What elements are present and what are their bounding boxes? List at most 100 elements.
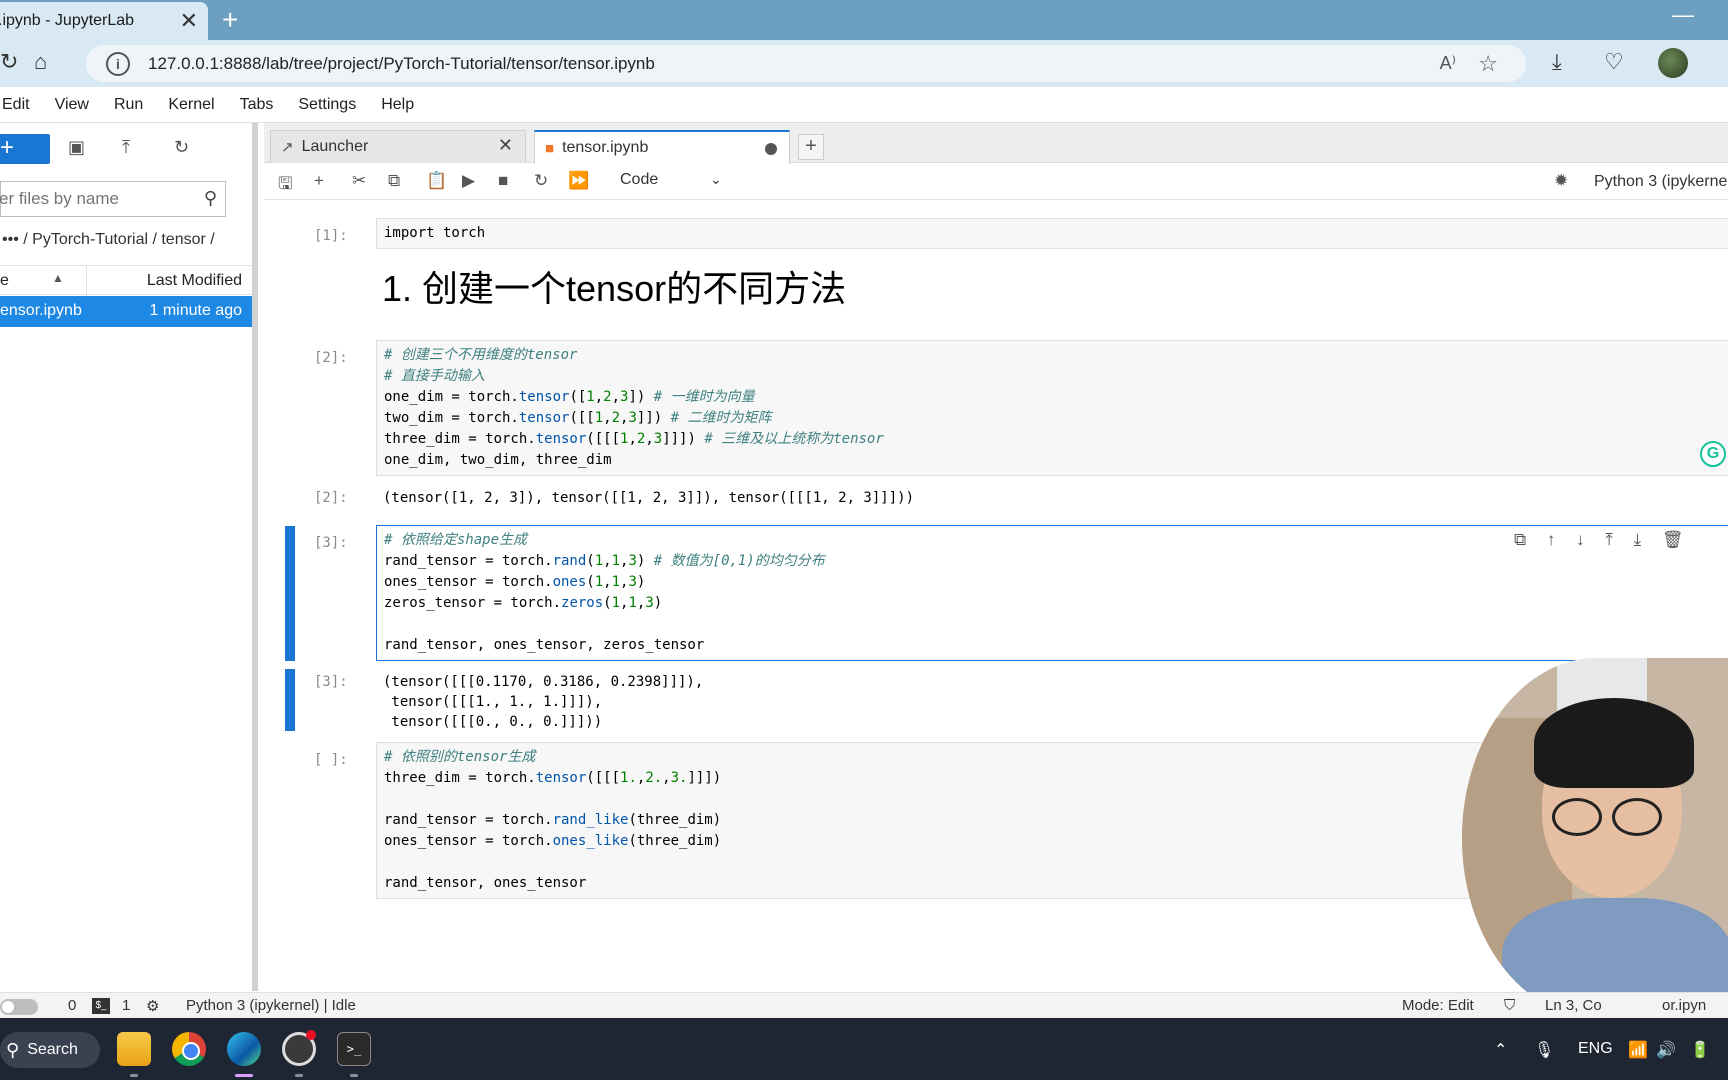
cell-3-collapser[interactable]: [285, 526, 295, 661]
cell-toolbar: ⧉ ↑ ↓ ⤒ ⤓ 🗑: [1514, 530, 1699, 550]
debugger-icon[interactable]: ✹: [1554, 171, 1568, 191]
menu-edit[interactable]: Edit: [2, 96, 30, 114]
wifi-icon[interactable]: 📶: [1628, 1040, 1648, 1060]
edge-icon[interactable]: [227, 1032, 261, 1066]
menu-tabs[interactable]: Tabs: [240, 96, 274, 114]
search-icon: ⚲: [203, 188, 217, 208]
terminal-app-icon[interactable]: >_: [337, 1032, 371, 1066]
cut-icon[interactable]: ✂: [352, 171, 366, 191]
cell-type-select[interactable]: Code ⌄: [620, 171, 722, 189]
favorite-star-icon[interactable]: ☆: [1478, 51, 1498, 77]
minimize-icon[interactable]: —: [1672, 2, 1694, 28]
terminal-count[interactable]: 1: [122, 997, 130, 1014]
trusted-shield-icon[interactable]: ⛉: [1504, 997, 1515, 1014]
run-icon[interactable]: ▶: [462, 171, 475, 191]
chrome-icon[interactable]: [172, 1032, 206, 1066]
new-tab-icon[interactable]: +: [222, 4, 238, 36]
menu-settings[interactable]: Settings: [298, 96, 356, 114]
save-icon[interactable]: 🖫: [278, 171, 292, 200]
tab-launcher-label: Launcher: [301, 138, 369, 155]
close-tab-launcher-icon[interactable]: ✕: [498, 135, 513, 156]
file-row-tensor-ipynb[interactable]: ensor.ipynb 1 minute ago: [0, 296, 252, 327]
browser-tab[interactable]: .ipynb - JupyterLab ✕: [0, 2, 208, 40]
launcher-icon: ↗: [281, 139, 294, 156]
move-up-icon[interactable]: ↑: [1547, 530, 1556, 549]
new-folder-icon[interactable]: ▣: [68, 137, 85, 158]
volume-icon[interactable]: 🔊: [1656, 1040, 1676, 1060]
interrupt-icon[interactable]: ■: [498, 171, 508, 191]
profile-avatar[interactable]: [1658, 48, 1688, 78]
tab-tensor-label: tensor.ipynb: [562, 139, 649, 156]
language-indicator[interactable]: ENG: [1578, 1040, 1613, 1058]
download-icon[interactable]: ⤓: [1552, 50, 1562, 74]
copy-icon[interactable]: ⧉: [388, 171, 400, 191]
duplicate-cell-icon[interactable]: ⧉: [1514, 530, 1526, 549]
running-indicator-terminal: [350, 1074, 358, 1077]
active-indicator: [235, 1074, 253, 1077]
taskbar-search-label: Search: [27, 1041, 78, 1058]
insert-below-icon[interactable]: ⤓: [1634, 530, 1642, 549]
menu-kernel[interactable]: Kernel: [168, 96, 214, 114]
tab-tensor-ipynb[interactable]: ■ tensor.ipynb: [534, 130, 790, 164]
cell-3-output-collapser[interactable]: [285, 669, 295, 731]
delete-cell-icon[interactable]: 🗑: [1662, 530, 1684, 549]
status-file-name: or.ipyn: [1662, 997, 1707, 1014]
windows-taskbar: ⚲ Search >_ ⌃ 🎙 ENG 📶 🔊 🔋: [0, 1018, 1728, 1080]
memory-icon[interactable]: ⚙: [146, 997, 159, 1015]
address-bar[interactable]: i 127.0.0.1:8888/lab/tree/project/PyTorc…: [86, 45, 1526, 82]
file-explorer-icon[interactable]: [117, 1032, 151, 1066]
file-list-header: e ▲ Last Modified: [0, 265, 252, 296]
column-modified-header[interactable]: Last Modified: [147, 272, 242, 290]
browser-tab-title: .ipynb - JupyterLab: [0, 12, 135, 29]
jupyter-menubar: Edit View Run Kernel Tabs Settings Help: [0, 87, 1728, 123]
paste-icon[interactable]: 📋: [426, 171, 447, 191]
new-launcher-button[interactable]: +: [0, 134, 50, 164]
menu-run[interactable]: Run: [114, 96, 143, 114]
microphone-icon[interactable]: 🎙: [1534, 1040, 1554, 1060]
refresh-icon[interactable]: ↻: [0, 50, 18, 74]
info-icon[interactable]: i: [106, 51, 130, 76]
status-bar: 0 $_ 1 ⚙ Python 3 (ipykernel) | Idle Mod…: [0, 992, 1728, 1018]
webcam-glasses: [1552, 798, 1672, 838]
simple-mode-toggle[interactable]: [0, 999, 38, 1015]
home-icon[interactable]: ⌂: [34, 50, 47, 74]
document-tabbar: ↗ Launcher ✕ ■ tensor.ipynb +: [264, 123, 1728, 164]
grammarly-icon[interactable]: G: [1700, 441, 1726, 467]
terminal-icon[interactable]: $_: [92, 998, 110, 1014]
column-name-header[interactable]: e: [0, 272, 9, 290]
refresh-files-icon[interactable]: ↻: [174, 137, 189, 158]
insert-above-icon[interactable]: ⤒: [1605, 530, 1613, 549]
new-tab-button[interactable]: +: [798, 134, 824, 160]
close-tab-icon[interactable]: ✕: [180, 8, 198, 34]
extensions-icon[interactable]: ♡: [1604, 50, 1624, 74]
cell-1-input[interactable]: import torch: [376, 218, 1728, 249]
unsaved-indicator-icon[interactable]: [765, 143, 777, 155]
kernel-name[interactable]: Python 3 (ipykerne: [1594, 173, 1727, 191]
read-aloud-icon[interactable]: A⁾: [1440, 53, 1456, 74]
filter-placeholder: er files by name: [0, 189, 119, 208]
battery-icon[interactable]: 🔋: [1690, 1040, 1710, 1060]
kernel-count[interactable]: 0: [68, 997, 76, 1014]
menu-view[interactable]: View: [55, 96, 89, 114]
sort-ascending-icon[interactable]: ▲: [52, 271, 64, 285]
url-text[interactable]: 127.0.0.1:8888/lab/tree/project/PyTorch-…: [148, 54, 655, 74]
upload-icon[interactable]: ⤒: [122, 137, 130, 158]
column-divider[interactable]: [86, 266, 87, 296]
file-filter-input[interactable]: er files by name ⚲: [0, 181, 226, 217]
move-down-icon[interactable]: ↓: [1576, 530, 1585, 549]
taskbar-search[interactable]: ⚲ Search: [0, 1032, 100, 1068]
menu-help[interactable]: Help: [381, 96, 414, 114]
webcam-hair: [1534, 698, 1694, 788]
cursor-position[interactable]: Ln 3, Co: [1545, 997, 1602, 1014]
tray-chevron-up-icon[interactable]: ⌃: [1494, 1040, 1507, 1060]
editor-mode: Mode: Edit: [1402, 997, 1474, 1014]
cell-1-code: import torch: [384, 225, 486, 241]
cell-2-input[interactable]: # 创建三个不用维度的tensor # 直接手动输入 one_dim = tor…: [376, 340, 1728, 476]
breadcrumb[interactable]: ••• / PyTorch-Tutorial / tensor /: [2, 231, 215, 249]
restart-icon[interactable]: ↻: [534, 171, 548, 191]
insert-cell-icon[interactable]: +: [314, 171, 324, 191]
tab-launcher[interactable]: ↗ Launcher ✕: [270, 130, 526, 163]
restart-run-all-icon[interactable]: ⏩: [568, 171, 589, 191]
chevron-down-icon: ⌄: [710, 171, 722, 187]
kernel-status[interactable]: Python 3 (ipykernel) | Idle: [186, 997, 356, 1014]
